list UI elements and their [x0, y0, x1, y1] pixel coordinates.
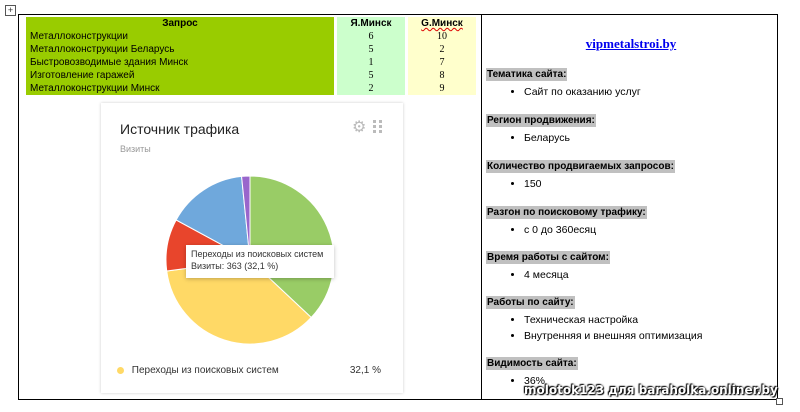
- tooltip-line-2: Визиты: 363 (32,1 %): [191, 261, 279, 271]
- header-yandex: Я.Минск: [337, 17, 405, 30]
- list-item: 4 месяца: [524, 267, 610, 283]
- list-item: с 0 до 360есяц: [524, 222, 647, 238]
- table-header-row: Запрос Я.Минск G.Минск: [26, 17, 476, 30]
- cell-google: 10: [408, 30, 476, 43]
- section-heading: Количество продвигаемых запросов:: [486, 160, 675, 173]
- header-google: G.Минск: [408, 17, 476, 30]
- section-heading: Тематика сайта:: [486, 68, 568, 81]
- table-row: Металлоконструкции Минск 2 9: [26, 82, 476, 95]
- table-row: Быстровозводимые здания Минск 1 7: [26, 56, 476, 69]
- traffic-source-widget: Источник трафика Визиты ⚙ Переходы из по…: [101, 103, 403, 393]
- cell-query: Изготовление гаражей: [26, 69, 334, 82]
- section-work-time: Время работы с сайтом: 4 месяца: [486, 251, 610, 283]
- chart-legend[interactable]: Переходы из поисковых систем 32,1 %: [117, 365, 387, 376]
- table-resize-handle[interactable]: [776, 398, 783, 405]
- cell-yandex: 5: [337, 69, 405, 82]
- cell-google: 2: [408, 43, 476, 56]
- column-divider: [481, 14, 482, 400]
- list-item: Внутренняя и внешняя оптимизация: [524, 328, 702, 344]
- cell-yandex: 5: [337, 43, 405, 56]
- section-heading: Время работы с сайтом:: [486, 251, 610, 264]
- watermark: molotok123 для baraholka.onliner.by: [524, 383, 778, 397]
- section-works: Работы по сайту: Техническая настройка В…: [486, 296, 702, 344]
- section-queries-count: Количество продвигаемых запросов: 150: [486, 160, 675, 192]
- section-heading: Видимость сайта:: [486, 357, 578, 370]
- legend-dot: [117, 366, 124, 374]
- queries-table: Запрос Я.Минск G.Минск Металлоконструкци…: [26, 17, 476, 95]
- cell-query: Быстровозводимые здания Минск: [26, 56, 334, 69]
- gear-icon[interactable]: ⚙: [352, 120, 366, 136]
- header-query: Запрос: [26, 17, 334, 30]
- cell-google: 8: [408, 69, 476, 82]
- chart-tooltip: Переходы из поисковых систем Визиты: 363…: [186, 245, 334, 278]
- cell-query: Металлоконструкции Минск: [26, 82, 334, 95]
- cell-yandex: 6: [337, 30, 405, 43]
- section-heading: Разгон по поисковому трафику:: [486, 206, 647, 219]
- cell-yandex: 2: [337, 82, 405, 95]
- widget-title: Источник трафика: [120, 121, 240, 137]
- list-item: Беларусь: [524, 130, 596, 146]
- cell-query: Металлоконструкции Беларусь: [26, 43, 334, 56]
- widget-subtitle: Визиты: [120, 144, 151, 154]
- tooltip-line-1: Переходы из поисковых систем: [191, 249, 324, 259]
- list-item: Техническая настройка: [524, 312, 702, 328]
- cell-google: 7: [408, 56, 476, 69]
- cell-yandex: 1: [337, 56, 405, 69]
- legend-percent: 32,1 %: [349, 365, 381, 376]
- section-heading: Регион продвижения:: [486, 114, 596, 127]
- section-traffic: Разгон по поисковому трафику: с 0 до 360…: [486, 206, 647, 238]
- table-row: Изготовление гаражей 5 8: [26, 69, 476, 82]
- site-link[interactable]: vipmetalstroi.by: [486, 36, 776, 52]
- cell-google: 9: [408, 82, 476, 95]
- section-region: Регион продвижения: Беларусь: [486, 114, 596, 146]
- table-row: Металлоконструкции 6 10: [26, 30, 476, 43]
- section-heading: Работы по сайту:: [486, 296, 575, 309]
- list-item: 150: [524, 176, 675, 192]
- section-topic: Тематика сайта: Сайт по оказанию услуг: [486, 68, 641, 100]
- drag-grid-icon[interactable]: [373, 120, 385, 134]
- legend-label: Переходы из поисковых систем: [131, 365, 279, 376]
- cell-query: Металлоконструкции: [26, 30, 334, 43]
- list-item: Сайт по оказанию услуг: [524, 84, 641, 100]
- table-move-handle[interactable]: +: [5, 5, 16, 16]
- table-row: Металлоконструкции Беларусь 5 2: [26, 43, 476, 56]
